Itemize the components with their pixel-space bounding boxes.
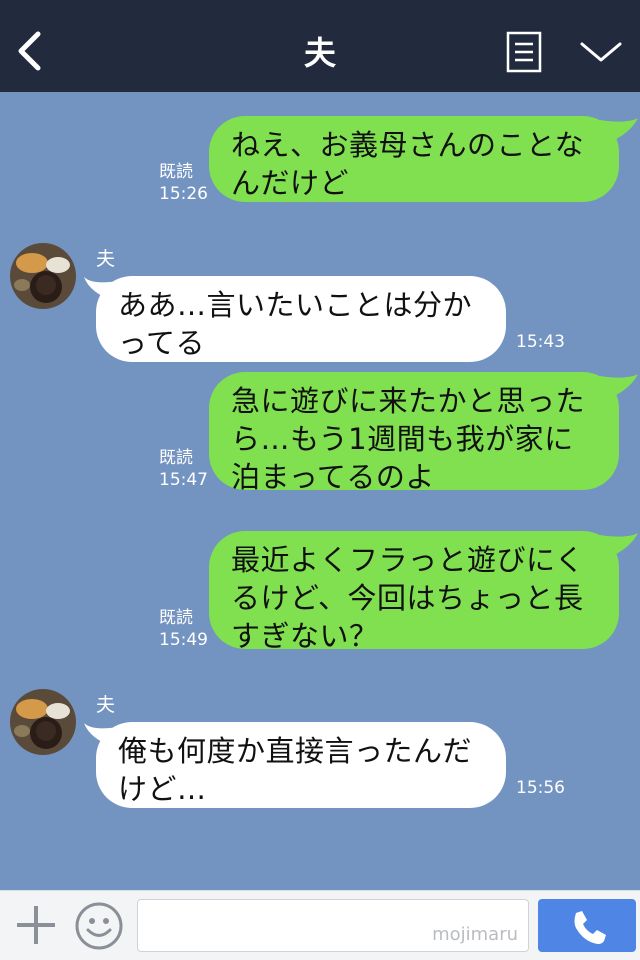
more-options-button[interactable] [578, 36, 624, 68]
plus-icon [17, 906, 55, 944]
avatar[interactable] [10, 689, 76, 755]
watermark-text: mojimaru [432, 924, 518, 945]
message-text-line: ら…もう1週間も我が家に [231, 422, 574, 456]
message-time: 15:47 [159, 470, 208, 490]
received-message-bubble[interactable]: 俺も何度か直接言ったんだ けど… [96, 722, 506, 808]
message-text-line: けど… [118, 772, 207, 806]
sent-message-bubble[interactable]: 最近よくフラっと遊びにく るけど、今回はちょっと長 すぎない？ [209, 531, 619, 653]
chat-title: 夫 [303, 34, 336, 72]
add-attachment-button[interactable] [14, 903, 58, 947]
notes-icon [506, 31, 542, 73]
message-text-line: ああ…言いたいことは分か [118, 288, 473, 322]
message-text-line: んだけど [231, 166, 350, 200]
emoji-button[interactable] [74, 901, 124, 951]
notes-button[interactable] [506, 31, 542, 73]
message-text-line: るけど、今回はちょっと長 [231, 581, 584, 615]
message-text-line: 急に遊びに来たかと思った [231, 384, 586, 418]
read-label: 既読 [159, 448, 193, 468]
sent-message-bubble[interactable]: ねえ、お義母さんのことな んだけど [209, 116, 619, 202]
message-input-bar: mojimaru [0, 890, 640, 960]
smiley-icon [75, 902, 123, 950]
message-time: 15:49 [159, 630, 208, 650]
read-label: 既読 [159, 162, 193, 182]
read-label: 既読 [159, 608, 193, 628]
message-meta: 既読 15:49 [159, 607, 208, 651]
sender-name: 夫 [96, 248, 116, 270]
message-input[interactable]: mojimaru [137, 899, 529, 952]
avatar[interactable] [10, 243, 76, 309]
message-text-line: すぎない？ [231, 619, 379, 653]
message-text-line: ってる [118, 326, 206, 360]
message-text-line: 最近よくフラっと遊びにく [231, 543, 585, 577]
message-time: 15:26 [159, 184, 208, 204]
chevron-left-icon [18, 31, 41, 71]
call-button[interactable] [538, 899, 636, 952]
phone-icon [574, 911, 606, 944]
message-time: 15:43 [516, 332, 565, 352]
sent-message-bubble[interactable]: 急に遊びに来たかと思った ら…もう1週間も我が家に 泊まってるのよ [209, 372, 619, 494]
food-photo-icon [10, 689, 76, 755]
back-button[interactable] [8, 22, 52, 78]
message-text-line: 泊まってるのよ [231, 460, 435, 494]
food-photo-icon [10, 243, 76, 309]
message-meta: 既読 15:47 [159, 447, 208, 491]
sender-name: 夫 [96, 694, 116, 716]
message-time: 15:56 [516, 778, 565, 798]
message-meta: 既読 15:26 [159, 161, 208, 205]
chevron-down-icon [580, 42, 622, 62]
message-text-line: ねえ、お義母さんのことな [231, 128, 585, 162]
received-message-bubble[interactable]: ああ…言いたいことは分か ってる [96, 276, 506, 362]
chat-header: 夫 [0, 0, 640, 92]
message-text-line: 俺も何度か直接言ったんだ [118, 734, 473, 768]
